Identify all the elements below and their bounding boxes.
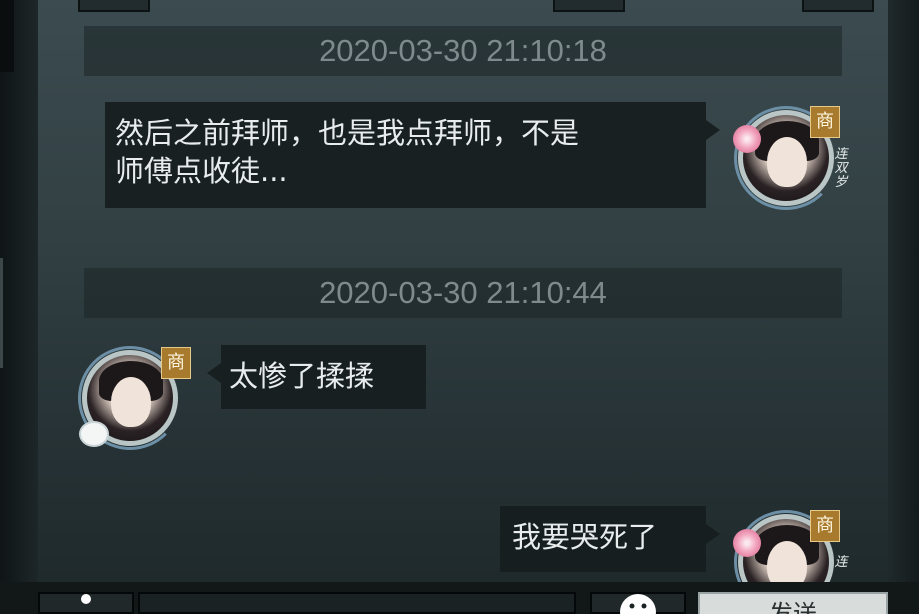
right-panel-edge — [888, 0, 919, 614]
message-timestamp: 2020-03-30 21:10:18 — [84, 26, 842, 76]
message-text-line: 师傅点收徒... — [115, 154, 288, 188]
message-text-line: 我要哭死了 — [512, 520, 658, 554]
message-bubble-outgoing[interactable]: 我要哭死了 — [500, 506, 720, 572]
merchant-badge: 商 — [161, 347, 191, 379]
message-bubble-outgoing[interactable]: 然后之前拜师，也是我点拜师，不是 师傅点收徒... — [105, 102, 720, 208]
left-tab — [0, 0, 14, 72]
voice-toggle-button[interactable] — [38, 592, 134, 614]
message-text-line: 然后之前拜师，也是我点拜师，不是 — [115, 116, 580, 150]
message-timestamp: 2020-03-30 21:10:44 — [84, 268, 842, 318]
left-edge-line — [0, 258, 3, 368]
emoji-icon — [620, 594, 656, 614]
chat-panel[interactable]: 2020-03-30 21:10:18 然后之前拜师，也是我点拜师，不是 师傅点… — [38, 0, 888, 582]
emoji-button[interactable] — [590, 592, 686, 614]
merchant-badge: 商 — [810, 510, 840, 542]
snowman-icon — [79, 421, 109, 447]
message-bubble-incoming[interactable]: 太惨了揉揉 — [207, 345, 426, 409]
message-text-line: 太惨了揉揉 — [229, 359, 375, 393]
avatar-face — [767, 137, 807, 187]
avatar-side-text: 连 — [834, 555, 848, 570]
top-button-right[interactable] — [802, 0, 874, 12]
merchant-badge: 商 — [810, 106, 840, 138]
message-input[interactable] — [138, 592, 576, 614]
flower-icon — [733, 529, 761, 557]
top-button-left[interactable] — [78, 0, 150, 12]
flower-icon — [733, 125, 761, 153]
send-button[interactable]: 发送 — [698, 592, 888, 614]
person-icon — [81, 594, 91, 604]
left-panel-edge — [0, 0, 38, 614]
top-button-middle[interactable] — [553, 0, 625, 12]
avatar-side-text: 连双岁 — [834, 147, 848, 190]
avatar-face — [111, 377, 151, 427]
input-bar: 发送 — [0, 582, 919, 614]
